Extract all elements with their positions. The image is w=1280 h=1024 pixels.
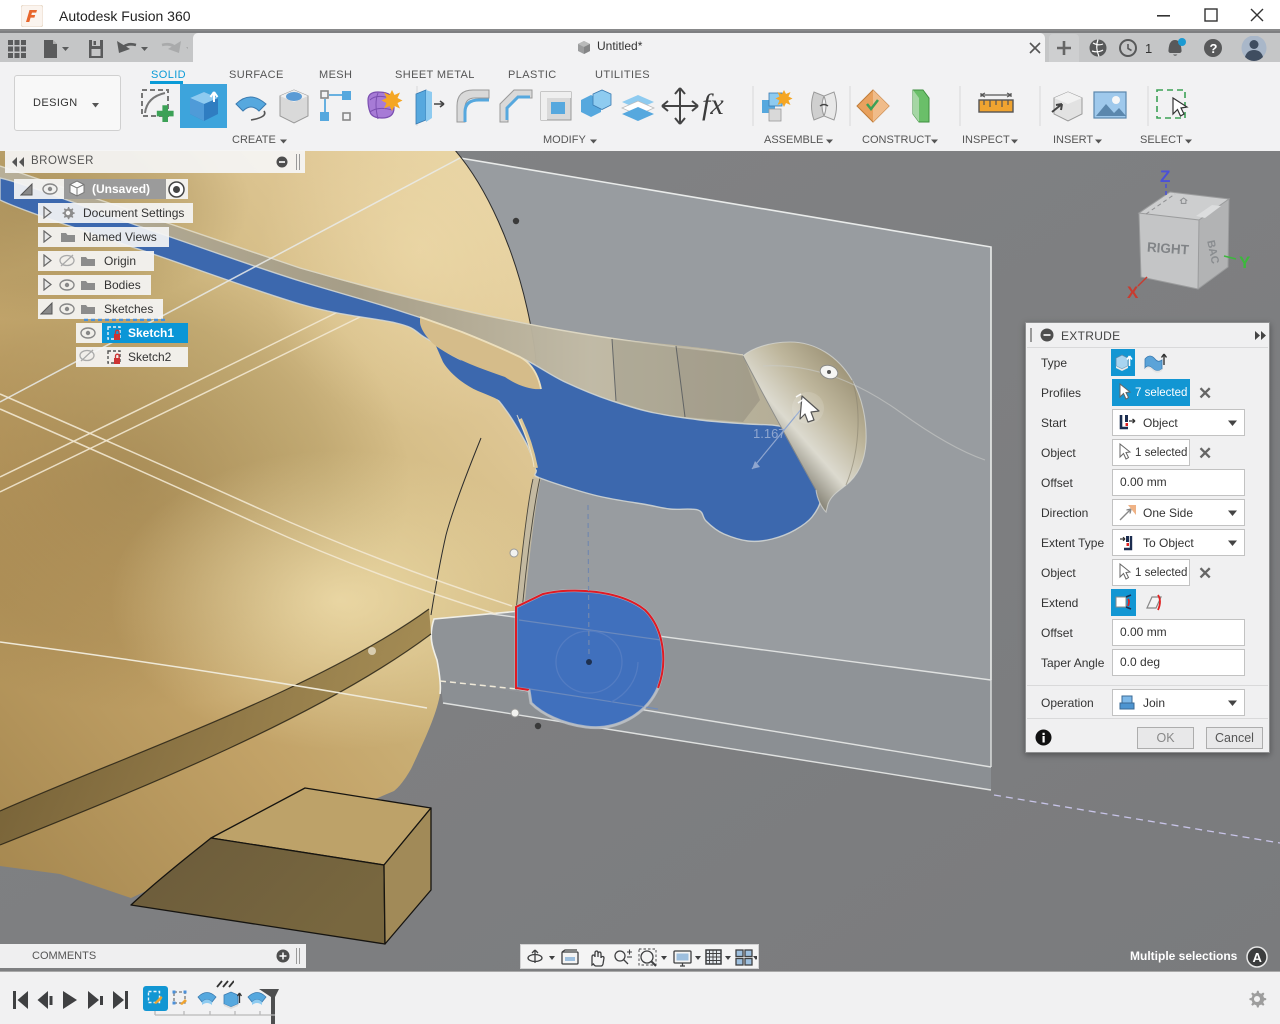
svg-text:1.167: 1.167 bbox=[753, 426, 786, 441]
svg-text:A: A bbox=[1253, 950, 1263, 965]
svg-text:1: 1 bbox=[1145, 41, 1152, 56]
svg-text:Z: Z bbox=[1160, 167, 1170, 186]
svg-text:?: ? bbox=[1210, 41, 1218, 56]
svg-text:X: X bbox=[1127, 283, 1139, 302]
svg-text:Y: Y bbox=[1239, 253, 1251, 272]
svg-text:RIGHT: RIGHT bbox=[1146, 240, 1190, 258]
svg-text:fx: fx bbox=[702, 88, 724, 121]
